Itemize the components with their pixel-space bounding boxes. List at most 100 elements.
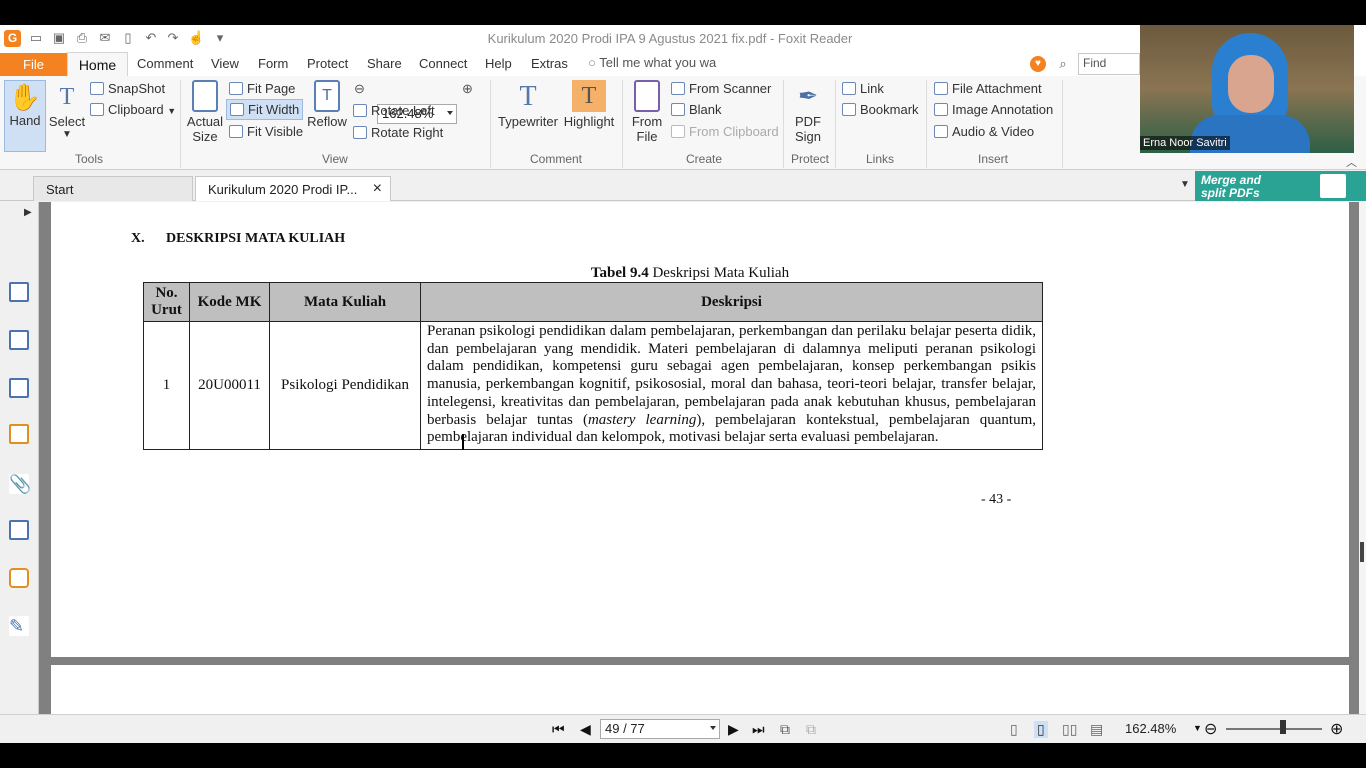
signatures-panel-icon[interactable] bbox=[9, 520, 29, 540]
menu-view[interactable]: View bbox=[211, 56, 239, 71]
snapshot-button[interactable]: SnapShot bbox=[90, 81, 165, 96]
foxit-reader-window: G ▭ ▣ ⎙ ✉ ▯ ↶ ↷ ☝ ▾ Kurikulum 2020 Prodi… bbox=[0, 25, 1366, 743]
security-lock-icon[interactable] bbox=[9, 568, 29, 588]
document-viewport[interactable]: X. DESKRIPSI MATA KULIAH Tabel 9.4 Deskr… bbox=[39, 202, 1359, 714]
save-icon[interactable]: ▣ bbox=[51, 30, 67, 46]
zoom-slider-thumb[interactable] bbox=[1280, 720, 1286, 734]
tell-me-search[interactable]: ○ Tell me what you wa bbox=[588, 55, 716, 70]
from-file-button[interactable]: From File bbox=[628, 80, 666, 144]
menu-home[interactable]: Home bbox=[67, 52, 128, 77]
previous-page-icon[interactable]: ◀ bbox=[580, 721, 591, 738]
fit-visible-button[interactable]: Fit Visible bbox=[229, 124, 303, 139]
zoom-out-icon[interactable]: ⊖ bbox=[354, 81, 365, 97]
merge-split-banner[interactable]: Merge and split PDFs bbox=[1195, 171, 1366, 201]
zoom-out-icon[interactable]: ⊖ bbox=[1204, 719, 1217, 739]
menu-extras[interactable]: Extras bbox=[531, 56, 568, 71]
favorite-icon[interactable]: ♥ bbox=[1030, 56, 1046, 72]
pdf-sign-button[interactable]: ✒ PDF Sign bbox=[788, 80, 828, 144]
undo-icon[interactable]: ↶ bbox=[143, 30, 159, 46]
file-attachment-button[interactable]: File Attachment bbox=[934, 81, 1042, 96]
video-call-overlay: Erna Noor Savitri bbox=[1140, 25, 1354, 153]
facing-page-icon[interactable]: ▯▯ bbox=[1062, 721, 1077, 738]
menu-help[interactable]: Help bbox=[485, 56, 512, 71]
bookmark-button[interactable]: Bookmark bbox=[842, 102, 919, 117]
pages-panel-icon[interactable] bbox=[9, 330, 29, 350]
email-icon[interactable]: ✉ bbox=[97, 30, 113, 46]
table-caption-rest: Deskripsi Mata Kuliah bbox=[648, 265, 790, 281]
blank-button[interactable]: Blank bbox=[671, 102, 722, 117]
hand-tool-icon[interactable]: ☝ bbox=[188, 30, 204, 46]
rotate-right-label: Rotate Right bbox=[371, 125, 444, 140]
zoom-in-icon[interactable]: ⊕ bbox=[462, 81, 473, 97]
open-icon[interactable]: ▭ bbox=[28, 30, 44, 46]
ribbon-separator bbox=[783, 80, 784, 168]
clipboard-button[interactable]: Clipboard ▼ bbox=[90, 102, 176, 117]
fit-width-button[interactable]: Fit Width bbox=[226, 99, 304, 120]
first-page-icon[interactable]: ⏮ bbox=[552, 721, 565, 738]
new-icon[interactable]: ▯ bbox=[120, 30, 136, 46]
from-scanner-button[interactable]: From Scanner bbox=[671, 81, 771, 96]
previous-view-icon[interactable]: ⧉ bbox=[780, 721, 790, 738]
typewriter-button[interactable]: T Typewriter bbox=[497, 80, 559, 129]
image-annotation-label: Image Annotation bbox=[952, 102, 1054, 117]
chevron-down-icon[interactable]: ▼ bbox=[1193, 723, 1202, 733]
table-header-row: No. Urut Kode MK Mata Kuliah Deskripsi bbox=[143, 282, 1043, 322]
expand-panel-icon[interactable]: ▶ bbox=[24, 207, 32, 218]
print-icon[interactable]: ⎙ bbox=[74, 30, 90, 46]
fit-page-button[interactable]: Fit Page bbox=[229, 81, 295, 96]
image-annotation-button[interactable]: Image Annotation bbox=[934, 102, 1053, 117]
continuous-facing-icon[interactable]: ▤ bbox=[1090, 721, 1103, 738]
tab-list-chevron-icon[interactable]: ▼ bbox=[1180, 179, 1190, 190]
attachments-panel-icon[interactable]: 📎 bbox=[9, 474, 31, 494]
table-caption-bold: Tabel 9.4 bbox=[590, 265, 649, 281]
tools-group-label: Tools bbox=[75, 152, 104, 166]
link-button[interactable]: Link bbox=[842, 81, 884, 96]
search-tool-icon[interactable]: ✎ bbox=[9, 616, 29, 636]
blank-label: Blank bbox=[689, 102, 722, 117]
zoom-status-value[interactable]: 162.48% bbox=[1125, 721, 1176, 736]
tab-document[interactable]: Kurikulum 2020 Prodi IP... × bbox=[195, 176, 391, 201]
redo-icon[interactable]: ↷ bbox=[165, 30, 181, 46]
collapse-ribbon-icon[interactable]: ︿ bbox=[1346, 154, 1357, 170]
zoom-slider[interactable] bbox=[1226, 728, 1322, 730]
comments-panel-icon[interactable] bbox=[9, 424, 29, 444]
ribbon-separator bbox=[926, 80, 927, 168]
select-button[interactable]: T Select ▼ bbox=[48, 80, 86, 140]
single-page-icon[interactable]: ▯ bbox=[1010, 721, 1018, 738]
fit-visible-label: Fit Visible bbox=[247, 124, 304, 139]
zoom-in-icon[interactable]: ⊕ bbox=[1330, 719, 1343, 739]
highlight-button[interactable]: T Highlight bbox=[562, 80, 616, 129]
hand-button[interactable]: ✋ Hand bbox=[4, 80, 46, 152]
next-page-icon[interactable]: ▶ bbox=[728, 721, 739, 738]
layers-panel-icon[interactable] bbox=[9, 378, 29, 398]
tab-start[interactable]: Start bbox=[33, 176, 193, 201]
next-view-icon[interactable]: ⧉ bbox=[806, 721, 816, 738]
continuous-page-icon[interactable]: ▯ bbox=[1034, 721, 1048, 738]
menu-connect[interactable]: Connect bbox=[419, 56, 467, 71]
scrollbar-thumb[interactable] bbox=[1360, 542, 1364, 562]
menu-file[interactable]: File bbox=[0, 53, 67, 76]
rotate-right-button[interactable]: Rotate Right bbox=[353, 125, 443, 140]
actual-size-button[interactable]: Actual Size bbox=[185, 80, 225, 144]
audio-video-button[interactable]: Audio & Video bbox=[934, 124, 1034, 139]
vertical-scrollbar[interactable] bbox=[1359, 202, 1366, 714]
rotate-left-button[interactable]: Rotate Left bbox=[353, 103, 435, 118]
menu-form[interactable]: Form bbox=[258, 56, 288, 71]
foxit-logo-icon[interactable]: G bbox=[4, 30, 21, 47]
ribbon-separator bbox=[1062, 80, 1063, 168]
customize-icon[interactable]: ▾ bbox=[212, 30, 228, 46]
page-number-input[interactable]: 49 / 77 bbox=[600, 719, 720, 739]
close-icon[interactable]: × bbox=[373, 180, 382, 198]
ribbon-separator bbox=[180, 80, 181, 168]
find-input[interactable]: Find bbox=[1078, 53, 1140, 75]
menu-share[interactable]: Share bbox=[367, 56, 402, 71]
pdf-page: X. DESKRIPSI MATA KULIAH Tabel 9.4 Deskr… bbox=[51, 202, 1349, 657]
search-folder-icon[interactable]: ⌕ bbox=[1055, 56, 1071, 72]
bookmarks-panel-icon[interactable] bbox=[9, 282, 29, 302]
reflow-button[interactable]: T Reflow bbox=[306, 80, 348, 129]
menu-comment[interactable]: Comment bbox=[137, 56, 193, 71]
from-clipboard-button[interactable]: From Clipboard bbox=[671, 124, 779, 139]
last-page-icon[interactable]: ⏭ bbox=[752, 721, 765, 738]
protect-group-label: Protect bbox=[791, 152, 830, 166]
menu-protect[interactable]: Protect bbox=[307, 56, 348, 71]
